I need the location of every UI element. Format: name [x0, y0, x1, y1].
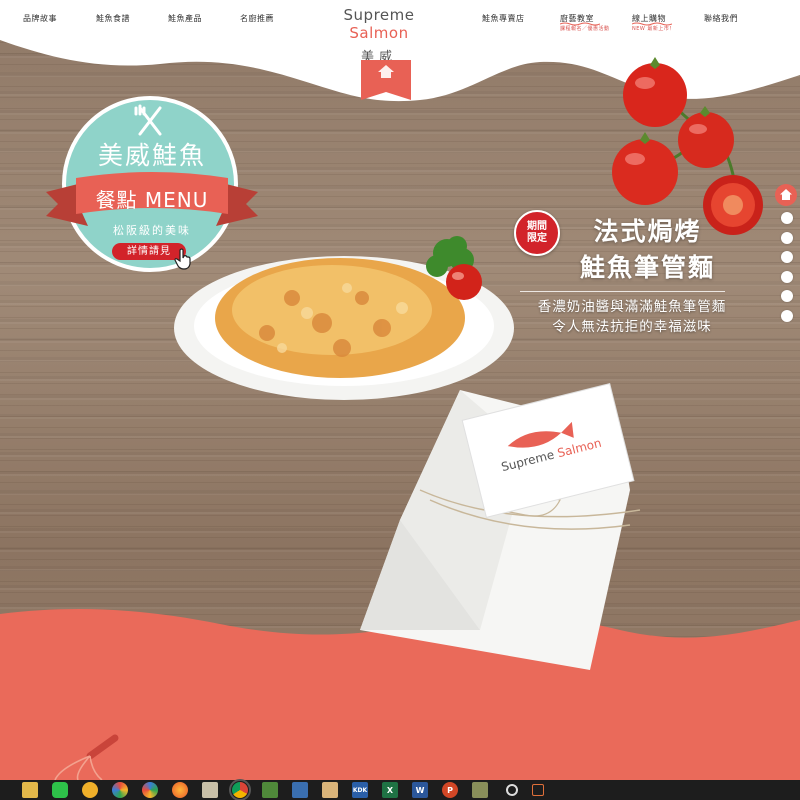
bucket-icon[interactable]: [262, 782, 278, 798]
pinwheel-icon[interactable]: [112, 782, 128, 798]
whisk-icon: [54, 734, 119, 780]
archive-icon[interactable]: [472, 782, 488, 798]
word-icon[interactable]: W: [412, 782, 428, 798]
slide-dot[interactable]: [781, 231, 793, 244]
save-icon[interactable]: [292, 782, 308, 798]
explorer-icon[interactable]: [22, 782, 38, 798]
promo-divider: [520, 291, 725, 292]
nav-contact[interactable]: 聯絡我們: [704, 13, 738, 24]
slide-dot[interactable]: [781, 212, 793, 224]
windows-icon[interactable]: [0, 782, 8, 798]
chrome-icon[interactable]: [229, 779, 251, 800]
slide-dot[interactable]: [781, 270, 793, 283]
home-ribbon[interactable]: [361, 60, 411, 100]
notepad-icon[interactable]: [202, 782, 218, 798]
limited-time-badge: 期間 限定: [514, 210, 560, 256]
slide-dot[interactable]: [781, 290, 793, 302]
hand-cursor-icon: [174, 248, 191, 270]
nav-brand-story[interactable]: 品牌故事: [23, 13, 57, 24]
menu-badge[interactable]: 美威鮭魚 餐點 MENU 松阪級的美味 詳情請見: [36, 96, 268, 276]
excel-icon[interactable]: X: [382, 782, 398, 798]
powerpoint-icon[interactable]: P: [442, 782, 458, 798]
top-navigation: 品牌故事 鮭魚食譜 鮭魚產品 名廚推薦 Supreme Salmon 美威 鮭魚…: [0, 0, 800, 65]
crayon-icon[interactable]: [82, 782, 98, 798]
nav-salmon-store[interactable]: 鮭魚專賣店: [482, 13, 525, 24]
nav-chef-recommend[interactable]: 名廚推薦: [240, 13, 274, 24]
cooking-class-wave-underline: [560, 22, 600, 26]
paint-icon[interactable]: [322, 782, 338, 798]
slide-dot[interactable]: [781, 309, 793, 322]
slide-dot[interactable]: [781, 251, 793, 263]
badge-title: 美威鮭魚: [97, 141, 206, 170]
promo-description: 香濃奶油醬與滿滿鮭魚筆管麵 令人無法抗拒的幸福滋味: [537, 299, 727, 335]
projector-icon[interactable]: [532, 784, 544, 796]
pinwheel-icon[interactable]: [142, 782, 158, 798]
side-home-button[interactable]: [775, 184, 797, 206]
nav-salmon-recipes[interactable]: 鮭魚食譜: [96, 13, 130, 24]
napkin-with-tag: [360, 382, 641, 670]
windows-taskbar: KDK X W P: [0, 779, 800, 800]
kdk-icon[interactable]: KDK: [352, 782, 368, 798]
promo-title: 法式焗烤 鮭魚筆管麵: [579, 217, 715, 282]
line-icon[interactable]: [52, 782, 68, 798]
brand-logo[interactable]: Supreme Salmon 美威: [314, 6, 444, 65]
sync-icon[interactable]: [506, 784, 518, 796]
badge-ribbon-text: 餐點 MENU: [95, 188, 209, 212]
firefox-icon[interactable]: [172, 782, 188, 798]
nav-salmon-products[interactable]: 鮭魚產品: [168, 13, 202, 24]
home-icon: [780, 189, 792, 200]
badge-tagline: 松阪級的美味: [113, 224, 191, 237]
online-shop-wave-underline: [632, 22, 672, 26]
slide-pagination: [775, 184, 799, 329]
